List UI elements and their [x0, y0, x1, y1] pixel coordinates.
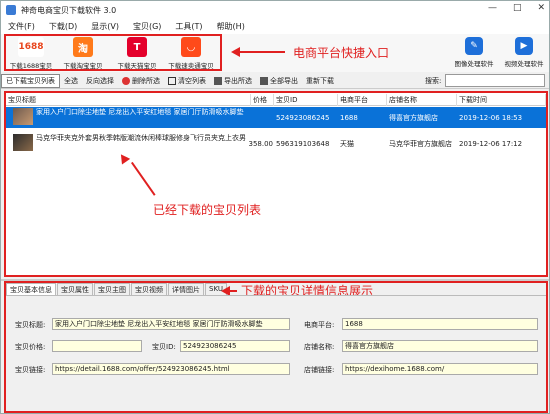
- save-icon: [214, 76, 222, 85]
- select-all-button[interactable]: 全选: [60, 76, 82, 86]
- tab-downloaded-list[interactable]: 已下载宝贝列表: [1, 73, 60, 88]
- title-label: 宝贝标题:: [15, 321, 46, 329]
- search-input[interactable]: [445, 74, 545, 87]
- price-field[interactable]: [52, 340, 142, 352]
- download-taobao-button[interactable]: 淘 下载淘宝宝贝: [58, 36, 108, 70]
- basic-info-panel: 宝贝标题: 家用入户门口除尘地垫 尼龙出入平安红地毯 家居门厅防滑吸水脚垫 电商…: [6, 295, 546, 411]
- window-title: 神奇电商宝贝下载软件 3.0: [21, 5, 117, 15]
- row-price: [251, 107, 274, 128]
- menu-view[interactable]: 显示(V): [84, 21, 126, 32]
- col-shop[interactable]: 店铺名称: [387, 94, 457, 106]
- table-row[interactable]: 家用入户门口除尘地垫 尼龙出入平安红地毯 家居门厅防滑吸水脚垫 52492308…: [6, 107, 546, 128]
- download-tmall-label: 下载天猫宝贝: [117, 62, 157, 70]
- export-all-label: 全部导出: [270, 76, 298, 85]
- platform-arrow-line: [237, 51, 285, 53]
- title-field[interactable]: 家用入户门口除尘地垫 尼龙出入平安红地毯 家居门厅防滑吸水脚垫: [52, 318, 290, 330]
- tab-attributes[interactable]: 宝贝属性: [57, 283, 93, 295]
- download-1688-label: 下载1688宝贝: [9, 62, 53, 70]
- row-id: 524923086245: [276, 113, 330, 122]
- clear-list-label: 清空列表: [178, 76, 206, 85]
- menu-tools[interactable]: 工具(T): [168, 21, 209, 32]
- invert-selection-button[interactable]: 反向选择: [82, 76, 118, 86]
- redownload-button[interactable]: 重新下载: [302, 76, 338, 86]
- logo-1688-icon: 1688: [18, 37, 44, 57]
- menu-download[interactable]: 下载(D): [42, 21, 84, 32]
- goods-list-header: 宝贝标题 价格 宝贝ID 电商平台 店铺名称 下载时间: [6, 94, 546, 106]
- clear-list-button[interactable]: 清空列表: [164, 76, 210, 86]
- list-annotation: 已经下载的宝贝列表: [153, 203, 262, 217]
- detail-tabs: 宝贝基本信息 宝贝属性 宝贝主图 宝贝视频 详情图片 SKU: [6, 283, 228, 295]
- table-row[interactable]: 马克华菲夹克外套男秋季韩版潮流休闲棒球服修身飞行员夹克上衣男 358.00 59…: [6, 133, 546, 154]
- id-label: 宝贝ID:: [152, 343, 176, 351]
- goods-thumbnail: [13, 134, 33, 151]
- delete-selected-button[interactable]: 删除所选: [118, 76, 164, 86]
- platform-annotation: 电商平台快捷入口: [293, 46, 390, 60]
- aliexpress-icon: ◡: [181, 37, 201, 57]
- maximize-button[interactable]: □: [513, 3, 522, 13]
- export-selected-button[interactable]: 导出所选: [210, 76, 256, 86]
- delete-selected-label: 删除所选: [132, 76, 160, 85]
- menu-help[interactable]: 帮助(H): [210, 21, 252, 32]
- shop-link-label: 店铺链接:: [304, 366, 335, 374]
- col-title[interactable]: 宝贝标题: [6, 94, 251, 106]
- download-aliexpress-label: 下载速卖通宝贝: [168, 62, 214, 70]
- shop-link-field[interactable]: https://dexihome.1688.com/: [342, 363, 538, 375]
- row-time: 2019-12-06 18:53: [459, 113, 523, 122]
- download-tmall-button[interactable]: T 下载天猫宝贝: [112, 36, 162, 70]
- row-shop: 得喜官方旗舰店: [389, 113, 438, 122]
- row-price: 358.00: [248, 139, 274, 148]
- clear-icon: [168, 76, 176, 85]
- image-tool-label: 图像处理软件: [454, 60, 494, 68]
- row-title: 马克华菲夹克外套男秋季韩版潮流休闲棒球服修身飞行员夹克上衣男: [36, 134, 246, 142]
- title-bar: 神奇电商宝贝下载软件 3.0 — □ ✕: [1, 1, 549, 19]
- id-field[interactable]: 524923086245: [180, 340, 290, 352]
- app-window: 神奇电商宝贝下载软件 3.0 — □ ✕ 文件(F) 下载(D) 显示(V) 宝…: [0, 0, 550, 414]
- col-platform[interactable]: 电商平台: [338, 94, 387, 106]
- tmall-icon: T: [127, 37, 147, 57]
- row-time: 2019-12-06 17:12: [459, 139, 523, 148]
- shop-label: 店铺名称:: [304, 343, 335, 351]
- app-icon: [6, 5, 16, 15]
- video-tool-button[interactable]: ▶ 视频处理软件: [501, 36, 547, 70]
- col-id[interactable]: 宝贝ID: [274, 94, 338, 106]
- image-tool-button[interactable]: ✎ 图像处理软件: [451, 36, 497, 70]
- row-id: 596319103648: [276, 139, 330, 148]
- platform-label: 电商平台:: [304, 321, 335, 329]
- row-platform: 天猫: [340, 139, 354, 148]
- export-all-button[interactable]: 全部导出: [256, 76, 302, 86]
- tab-basic-info[interactable]: 宝贝基本信息: [6, 283, 56, 295]
- search-label: 搜索:: [425, 77, 442, 85]
- taobao-icon: 淘: [73, 37, 93, 57]
- menu-file[interactable]: 文件(F): [1, 21, 42, 32]
- shop-field[interactable]: 得喜官方旗舰店: [342, 340, 538, 352]
- minimize-button[interactable]: —: [488, 3, 497, 13]
- tab-video[interactable]: 宝贝视频: [131, 283, 167, 295]
- link-field[interactable]: https://detail.1688.com/offer/5249230862…: [52, 363, 290, 375]
- price-label: 宝贝价格:: [15, 343, 46, 351]
- platform-arrow-head: [231, 47, 240, 57]
- link-label: 宝贝链接:: [15, 366, 46, 374]
- row-title: 家用入户门口除尘地垫 尼龙出入平安红地毯 家居门厅防滑吸水脚垫: [36, 108, 244, 116]
- close-button[interactable]: ✕: [537, 3, 545, 13]
- export-selected-label: 导出所选: [224, 76, 252, 85]
- tab-detail-images[interactable]: 详情图片: [168, 283, 204, 295]
- image-edit-icon: ✎: [465, 37, 483, 55]
- delete-icon: [122, 76, 130, 85]
- menu-bar: 文件(F) 下载(D) 显示(V) 宝贝(G) 工具(T) 帮助(H): [1, 19, 549, 34]
- download-taobao-label: 下载淘宝宝贝: [63, 62, 103, 70]
- goods-thumbnail: [13, 108, 33, 125]
- download-aliexpress-button[interactable]: ◡ 下载速卖通宝贝: [163, 36, 219, 70]
- menu-goods[interactable]: 宝贝(G): [126, 21, 168, 32]
- save-all-icon: [260, 76, 268, 85]
- video-camera-icon: ▶: [515, 37, 533, 55]
- row-platform: 1688: [340, 113, 358, 122]
- col-time[interactable]: 下载时间: [457, 94, 546, 106]
- col-price[interactable]: 价格: [251, 94, 274, 106]
- download-1688-button[interactable]: 1688 下载1688宝贝: [6, 36, 56, 70]
- row-shop: 马克华菲官方旗舰店: [389, 139, 452, 148]
- platform-field[interactable]: 1688: [342, 318, 538, 330]
- video-tool-label: 视频处理软件: [504, 60, 544, 68]
- tab-main-images[interactable]: 宝贝主图: [94, 283, 130, 295]
